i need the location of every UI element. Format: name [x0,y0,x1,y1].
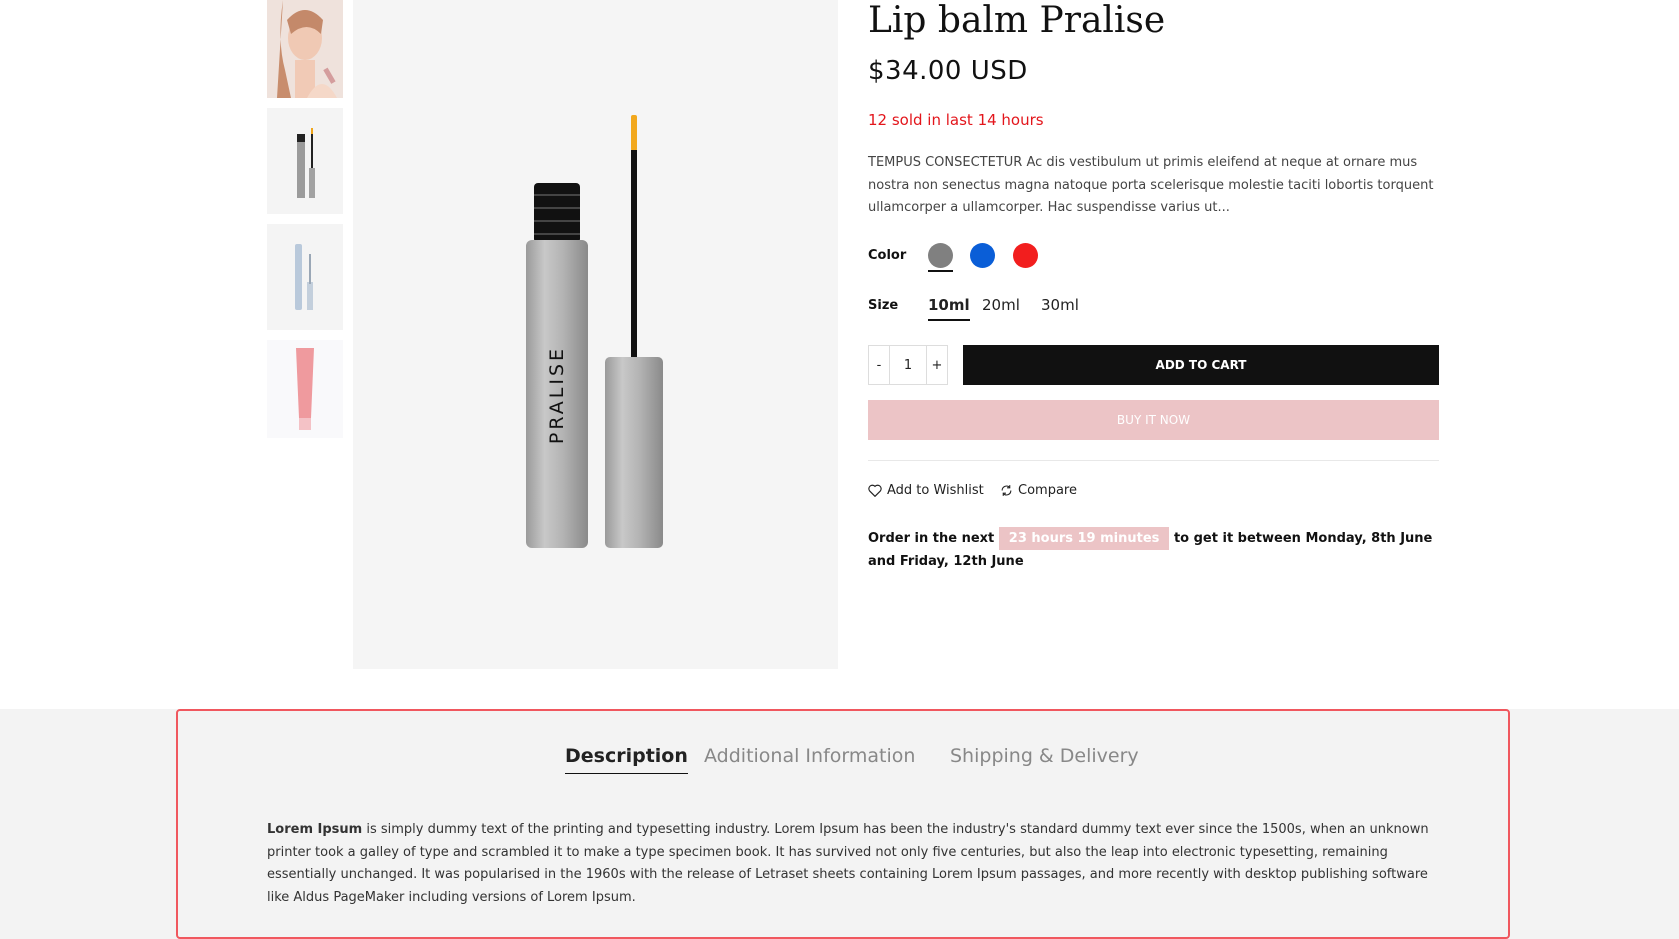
quantity-decrease-button[interactable]: - [869,346,889,384]
add-to-wishlist-link[interactable]: Add to Wishlist [868,483,984,498]
quantity-stepper: - 1 + [868,345,948,385]
color-swatch-grey[interactable] [928,243,953,268]
quantity-increase-button[interactable]: + [927,346,947,384]
lipgloss-thumb-image [267,340,343,438]
add-to-cart-button[interactable]: ADD TO CART [963,345,1439,385]
product-title: Lip balm Pralise [868,0,1166,41]
order-prefix: Order in the next [868,531,995,546]
size-option-30ml[interactable]: 30ml [1041,296,1079,314]
divider [868,460,1439,461]
delivery-estimate: Order in the next 23 hours 19 minutes to… [868,527,1439,573]
size-option-20ml[interactable]: 20ml [982,296,1020,314]
content-lead: Lorem Ipsum [267,822,363,837]
compare-link[interactable]: Compare [1000,483,1077,498]
mascara-thumb-image [267,108,343,214]
mascara-image: PRALISE [353,0,838,669]
sold-notice: 12 sold in last 14 hours [868,111,1044,129]
refresh-icon [1001,485,1012,496]
thumbnail-list [267,0,343,448]
serum-thumb-image [267,224,343,330]
quantity-input[interactable]: 1 [889,346,927,384]
product-price: $34.00 USD [868,56,1028,86]
model-image [267,0,343,98]
buy-it-now-button[interactable]: BUY IT NOW [868,400,1439,440]
color-swatch-blue[interactable] [970,243,995,268]
thumbnail-lipgloss[interactable] [267,340,343,438]
brand-label: PRALISE [546,346,568,444]
compare-label: Compare [1018,483,1077,498]
tab-additional-information[interactable]: Additional Information [704,745,915,767]
color-label: Color [868,248,907,263]
thumbnail-serum[interactable] [267,224,343,330]
size-label: Size [868,298,899,313]
tab-description[interactable]: Description [565,745,688,774]
thumbnail-mascara[interactable] [267,108,343,214]
main-product-image: PRALISE [353,0,838,669]
content-body: is simply dummy text of the printing and… [267,822,1429,905]
wishlist-label: Add to Wishlist [887,483,984,498]
tab-description-content: Lorem Ipsum is simply dummy text of the … [267,819,1437,909]
thumbnail-model[interactable] [267,0,343,98]
heart-icon [868,484,882,497]
size-option-10ml[interactable]: 10ml [928,296,970,321]
color-swatch-red[interactable] [1013,243,1038,268]
selected-swatch-indicator [928,270,953,272]
product-short-description: TEMPUS CONSECTETUR Ac dis vestibulum ut … [868,155,1434,215]
tab-shipping-delivery[interactable]: Shipping & Delivery [950,745,1139,767]
countdown-timer: 23 hours 19 minutes [998,527,1170,550]
